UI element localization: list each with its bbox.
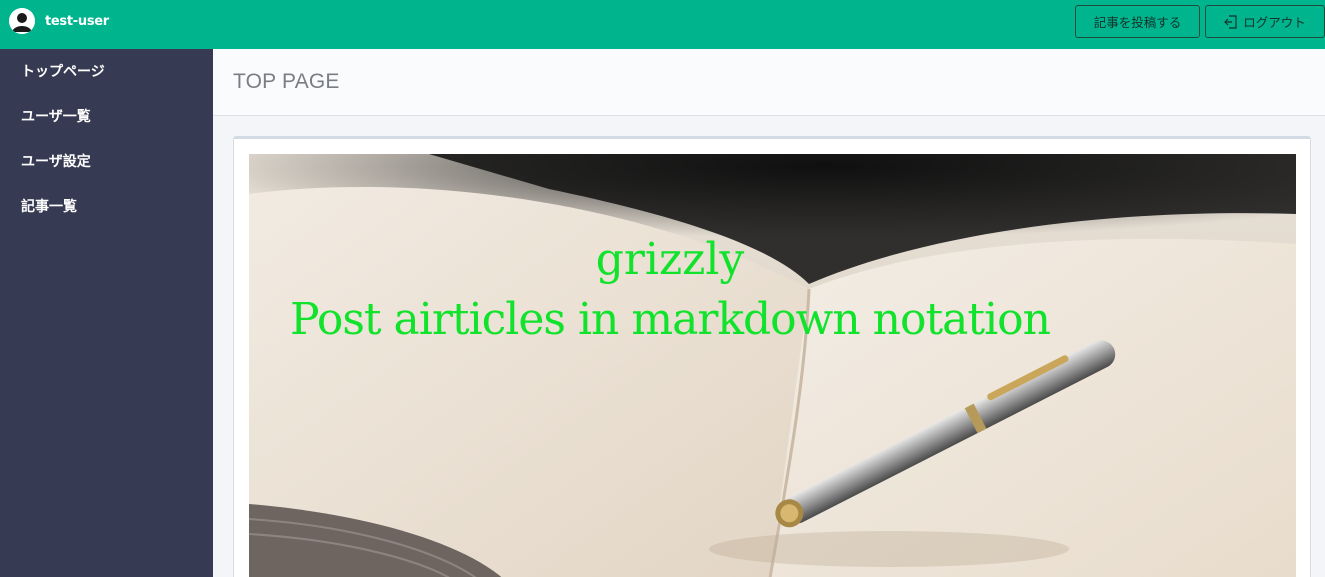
sidebar: トップページ ユーザ一覧 ユーザ設定 記事一覧 [0, 49, 213, 577]
main-content: TOP PAGE grizzly Post airticles in markd… [213, 49, 1325, 577]
username: test-user [45, 13, 109, 29]
top-bar: test-user 記事を投稿する ログアウト [0, 0, 1325, 49]
user-avatar-icon [9, 8, 35, 34]
logout-button[interactable]: ログアウト [1205, 5, 1325, 38]
hero-title: grizzly [595, 234, 745, 285]
hero-image: grizzly Post airticles in markdown notat… [249, 154, 1296, 577]
logout-icon [1224, 14, 1237, 29]
logout-label: ログアウト [1243, 15, 1306, 30]
sidebar-item-user-list[interactable]: ユーザ一覧 [21, 106, 91, 126]
sidebar-item-user-settings[interactable]: ユーザ設定 [21, 151, 91, 171]
hero-card: grizzly Post airticles in markdown notat… [233, 136, 1311, 577]
sidebar-item-top-page[interactable]: トップページ [21, 61, 105, 81]
page-title: TOP PAGE [233, 70, 340, 93]
page-header: TOP PAGE [213, 49, 1325, 116]
hero-subtitle: Post airticles in markdown notation [290, 294, 1051, 345]
post-article-button[interactable]: 記事を投稿する [1075, 5, 1200, 38]
user-info[interactable]: test-user [9, 8, 109, 34]
sidebar-item-article-list[interactable]: 記事一覧 [21, 196, 77, 216]
